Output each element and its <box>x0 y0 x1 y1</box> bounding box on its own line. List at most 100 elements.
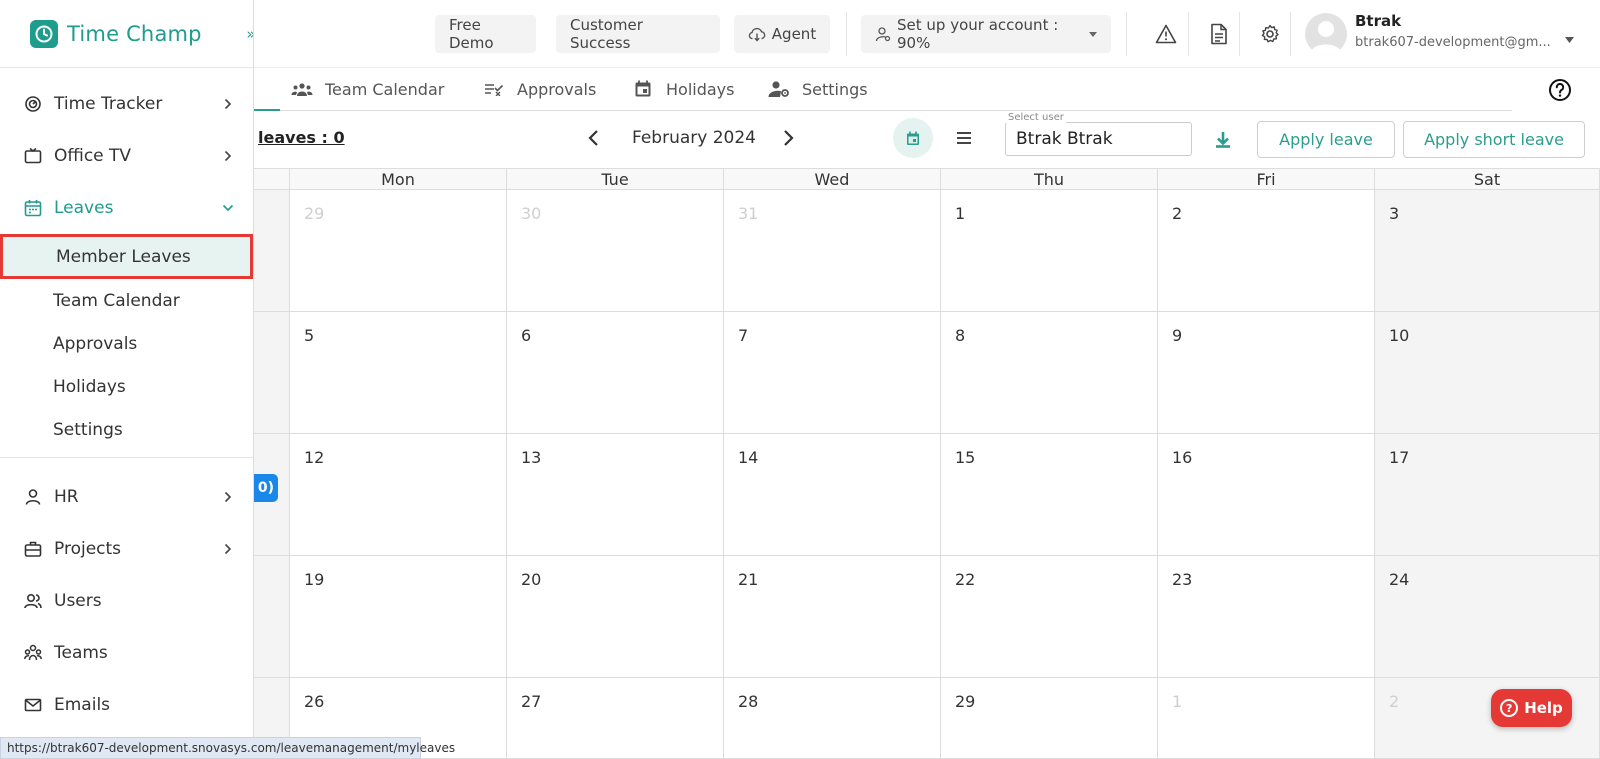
day-cell[interactable]: 21 <box>724 556 941 678</box>
tab-settings[interactable]: Settings <box>768 68 868 110</box>
day-number: 5 <box>304 326 315 345</box>
day-number: 29 <box>955 692 976 711</box>
day-cell[interactable]: 28 <box>724 678 941 759</box>
day-cell[interactable]: 5 <box>290 312 507 434</box>
select-user-field[interactable] <box>1005 122 1192 156</box>
day-number: 17 <box>1389 448 1410 467</box>
sidebar-item-time-tracker[interactable]: Time Tracker <box>0 78 253 130</box>
day-header: Wed <box>724 168 941 190</box>
day-number: 19 <box>304 570 325 589</box>
day-cell[interactable]: 9 <box>1158 312 1375 434</box>
current-month: February 2024 <box>632 128 756 148</box>
sidebar-subitem-team-calendar[interactable]: Team Calendar <box>0 279 253 322</box>
day-cell[interactable]: 31 <box>724 190 941 312</box>
day-cell[interactable]: 20 <box>507 556 724 678</box>
day-number: 3 <box>1389 204 1400 223</box>
divider <box>0 457 253 458</box>
day-cell[interactable]: 15 <box>941 434 1158 556</box>
setup-account-label: Set up your account : 90% <box>897 16 1059 52</box>
user-setup-icon <box>875 26 891 42</box>
day-cell[interactable]: 29 <box>290 190 507 312</box>
sidebar-collapse-toggle-icon[interactable]: »› <box>240 22 253 46</box>
sidebar-subitem-settings[interactable]: Settings <box>0 408 253 451</box>
day-number: 21 <box>738 570 759 589</box>
download-icon[interactable] <box>1212 129 1234 151</box>
chevron-right-icon[interactable] <box>778 127 798 149</box>
day-cell[interactable]: 13 <box>507 434 724 556</box>
day-cell[interactable]: 6 <box>507 312 724 434</box>
gear-icon[interactable] <box>1258 22 1282 46</box>
help-button[interactable]: ? Help <box>1491 689 1572 727</box>
sidebar-item-teams[interactable]: Teams <box>0 627 253 679</box>
apply-leave-button[interactable]: Apply leave <box>1257 121 1395 158</box>
day-cell[interactable]: 12 <box>290 434 507 556</box>
mail-icon <box>24 696 42 714</box>
day-number: 16 <box>1172 448 1193 467</box>
sidebar-item-label: Users <box>54 591 102 611</box>
tab-approvals[interactable]: Approvals <box>483 68 596 110</box>
day-number: 24 <box>1389 570 1410 589</box>
day-number: 1 <box>955 204 966 223</box>
sidebar-item-projects[interactable]: Projects <box>0 523 253 575</box>
sidebar-subitem-approvals[interactable]: Approvals <box>0 322 253 365</box>
sidebar-item-label: Emails <box>54 695 111 715</box>
day-number: 14 <box>738 448 759 467</box>
chevron-right-icon <box>221 539 235 559</box>
week-side-cell <box>254 312 290 434</box>
chevron-left-icon[interactable] <box>584 127 604 149</box>
sidebar-item-leaves[interactable]: Leaves <box>0 182 253 234</box>
brand[interactable]: Time Champ <box>0 0 253 68</box>
day-cell[interactable]: 8 <box>941 312 1158 434</box>
day-cell[interactable]: 1 <box>1158 678 1375 759</box>
day-cell[interactable]: 14 <box>724 434 941 556</box>
day-cell[interactable]: 17 <box>1375 434 1600 556</box>
day-number: 9 <box>1172 326 1183 345</box>
calendar-icon <box>906 131 920 146</box>
sidebar-item-emails[interactable]: Emails <box>0 679 253 731</box>
day-number: 12 <box>304 448 325 467</box>
day-cell[interactable]: 7 <box>724 312 941 434</box>
tab-label: Settings <box>802 79 868 99</box>
day-cell[interactable]: 22 <box>941 556 1158 678</box>
document-icon[interactable] <box>1207 22 1231 46</box>
tab-team-calendar[interactable]: Team Calendar <box>291 68 444 110</box>
person-icon <box>24 488 42 506</box>
day-cell[interactable]: 10 <box>1375 312 1600 434</box>
day-cell[interactable]: 27 <box>507 678 724 759</box>
day-cell[interactable]: 24 <box>1375 556 1600 678</box>
user-name[interactable]: Btrak <box>1355 12 1401 30</box>
calendar-icon <box>24 199 42 217</box>
agent-button[interactable]: Agent <box>734 15 830 53</box>
setup-account-dropdown[interactable]: Set up your account : 90% <box>861 15 1111 53</box>
sidebar-item-office-tv[interactable]: Office TV <box>0 130 253 182</box>
divider <box>1239 12 1240 56</box>
question-icon: ? <box>1500 699 1519 717</box>
day-cell[interactable]: 19 <box>290 556 507 678</box>
customer-success-button[interactable]: Customer Success <box>556 15 720 53</box>
day-cell[interactable]: 16 <box>1158 434 1375 556</box>
leave-event-chip[interactable]: 0) <box>254 474 278 502</box>
day-cell[interactable]: 30 <box>507 190 724 312</box>
avatar[interactable] <box>1305 13 1347 55</box>
warning-icon[interactable] <box>1154 22 1178 46</box>
sidebar-subitem-member-leaves[interactable]: Member Leaves <box>0 234 253 279</box>
day-cell[interactable]: 1 <box>941 190 1158 312</box>
list-view-icon[interactable] <box>954 128 974 148</box>
free-demo-button[interactable]: Free Demo <box>435 15 536 53</box>
day-cell[interactable]: 2 <box>1158 190 1375 312</box>
sidebar-item-hr[interactable]: HR <box>0 471 253 523</box>
apply-short-leave-button[interactable]: Apply short leave <box>1403 121 1585 158</box>
sidebar-subitem-holidays[interactable]: Holidays <box>0 365 253 408</box>
day-cell[interactable]: 29 <box>941 678 1158 759</box>
sidebar-item-users[interactable]: Users <box>0 575 253 627</box>
day-header: Mon <box>290 168 507 190</box>
question-circle-icon[interactable] <box>1548 78 1572 102</box>
tab-holidays[interactable]: Holidays <box>632 68 734 110</box>
day-cell[interactable]: 3 <box>1375 190 1600 312</box>
leaves-count[interactable]: leaves : 0 <box>258 128 345 147</box>
day-cell[interactable]: 23 <box>1158 556 1375 678</box>
caret-down-icon[interactable] <box>1565 28 1574 47</box>
day-number: 8 <box>955 326 966 345</box>
calendar-view-toggle[interactable] <box>893 118 933 158</box>
day-number: 23 <box>1172 570 1193 589</box>
